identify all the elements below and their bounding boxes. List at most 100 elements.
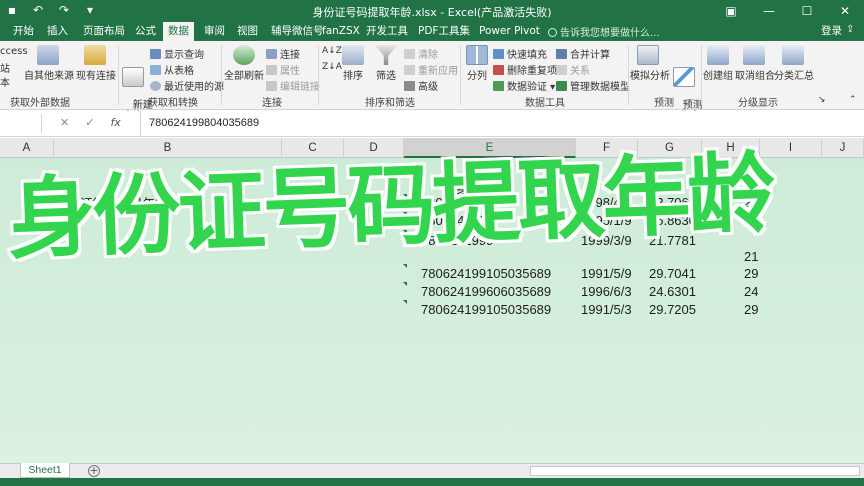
add-sheet-icon[interactable]: + [88, 465, 100, 477]
edit-links-button[interactable]: 编辑链接 [266, 78, 320, 93]
formula-bar: ✕ ✓ fx 780624199804035689 [0, 111, 864, 137]
tab-insert[interactable]: 插入 [42, 22, 73, 41]
consolidate-button[interactable]: 合并计算 [556, 46, 610, 61]
from-table-button[interactable]: 从表格 [150, 62, 194, 77]
text-to-columns-button[interactable]: 分列 [463, 45, 491, 82]
tab-review[interactable]: 审阅 [199, 22, 230, 41]
data-validation-button[interactable]: 数据验证 ▾ [493, 78, 555, 93]
reapply-button[interactable]: 重新应用 [404, 62, 458, 77]
lightbulb-icon [548, 28, 557, 37]
collapse-ribbon-icon[interactable]: ⌃ [849, 95, 857, 105]
tab-pdf-tools[interactable]: PDF工具集 [413, 22, 475, 41]
ungroup-button[interactable]: 取消组合 [735, 45, 775, 82]
horizontal-scrollbar[interactable] [530, 466, 860, 476]
tab-view[interactable]: 视图 [232, 22, 263, 41]
from-web-button[interactable]: 站 [0, 60, 10, 75]
connections-button[interactable]: 连接 [266, 46, 300, 61]
group-label-connections: 连接 [262, 98, 282, 109]
login-link[interactable]: 登录 [821, 22, 842, 41]
advanced-filter-label: 高级 [418, 82, 438, 93]
sheet-tab-bar: Sheet1 + [0, 463, 864, 478]
flash-fill-label: 快速填充 [507, 50, 547, 61]
connections-label: 连接 [280, 50, 300, 61]
filter-button[interactable]: 筛选 [372, 45, 400, 82]
error-indicator-icon [403, 264, 407, 268]
column-header-a[interactable]: A [0, 138, 54, 158]
tab-power-pivot[interactable]: Power Pivot [474, 22, 545, 41]
fx-icon[interactable]: fx [110, 116, 120, 129]
sort-label: 排序 [343, 71, 363, 82]
column-header-b[interactable]: B [54, 138, 282, 158]
restore-ribbon-icon[interactable]: ▣ [712, 0, 750, 22]
remove-duplicates-button[interactable]: 删除重复项 [493, 62, 557, 77]
ungroup-label: 取消组合 [735, 71, 775, 82]
cell-date[interactable]: 1991/5/3 [581, 302, 632, 317]
what-if-analysis-label: 模拟分析 [630, 71, 670, 82]
share-icon[interactable]: ⇪ [846, 24, 864, 39]
minimize-icon[interactable]: — [750, 0, 788, 22]
data-validation-label: 数据验证 [507, 82, 547, 93]
sheet-tab-sheet1[interactable]: Sheet1 [20, 463, 70, 478]
validation-icon [493, 81, 504, 91]
formula-input[interactable]: 780624199804035689 [140, 111, 864, 137]
cell-date[interactable]: 1991/5/9 [581, 266, 632, 281]
cell-age[interactable]: 21 [744, 249, 758, 264]
from-table-label: 从表格 [164, 66, 194, 77]
cell-id[interactable]: 780624199606035689 [421, 284, 551, 299]
sort-az-icon[interactable]: A↓Z [322, 46, 342, 56]
error-indicator-icon [403, 300, 407, 304]
recent-sources-button[interactable]: 最近使用的源 [150, 78, 224, 93]
group-button[interactable]: 创建组 [703, 45, 733, 82]
show-queries-button[interactable]: 显示查询 [150, 46, 204, 61]
what-if-analysis-button[interactable]: 模拟分析 [630, 45, 670, 82]
close-icon[interactable]: ✕ [826, 0, 864, 22]
advanced-filter-button[interactable]: 高级 [404, 78, 438, 93]
dialog-launcher-icon[interactable]: ↘ [818, 95, 826, 105]
tab-formulas[interactable]: 公式 [130, 22, 161, 41]
flash-fill-button[interactable]: 快速填充 [493, 46, 547, 61]
name-box[interactable] [0, 114, 42, 133]
clear-filter-label: 清除 [418, 50, 438, 61]
properties-icon [266, 65, 277, 75]
clear-filter-button[interactable]: 清除 [404, 46, 438, 61]
subtotal-icon [782, 45, 804, 65]
properties-button[interactable]: 属性 [266, 62, 300, 77]
cell-age-exact[interactable]: 24.6301 [649, 284, 696, 299]
cell-id[interactable]: 780624199105035689 [421, 302, 551, 317]
cell-id[interactable]: 780624199105035689 [421, 266, 551, 281]
tab-home[interactable]: 开始 [8, 22, 39, 41]
refresh-all-label: 全部刷新 [224, 71, 264, 82]
manage-data-model-button[interactable]: 管理数据模型 [556, 78, 630, 93]
tell-me-text: 告诉我您想要做什么... [560, 28, 660, 39]
subtotal-button[interactable]: 分类汇总 [774, 45, 814, 82]
maximize-icon[interactable]: ☐ [788, 0, 826, 22]
new-query-icon [122, 67, 144, 87]
cell-age-exact[interactable]: 29.7041 [649, 266, 696, 281]
group-label: 创建组 [703, 71, 733, 82]
group-label-forecast: 预测 [654, 98, 674, 109]
cell-age[interactable]: 29 [744, 302, 758, 317]
cell-age[interactable]: 24 [744, 284, 758, 299]
relationships-button[interactable]: 关系 [556, 62, 590, 77]
enter-icon[interactable]: ✓ [85, 116, 94, 129]
existing-connections-button[interactable]: 现有连接 [76, 45, 116, 82]
from-text-button[interactable]: 本 [0, 74, 10, 89]
group-label-sort-filter: 排序和筛选 [365, 98, 415, 109]
tab-developer[interactable]: 开发工具 [361, 22, 413, 41]
cell-age[interactable]: 29 [744, 266, 758, 281]
from-other-sources-button[interactable]: 自其他来源 [24, 45, 74, 82]
dropdown-arrow-icon[interactable]: ▾ [547, 82, 555, 93]
sort-button[interactable]: 排序 [340, 45, 366, 82]
sort-za-icon[interactable]: Z↓A [322, 62, 342, 72]
cancel-icon[interactable]: ✕ [60, 116, 69, 129]
tab-fanzsx[interactable]: fanZSX [317, 22, 365, 41]
tab-data[interactable]: 数据 [163, 22, 194, 41]
cell-age-exact[interactable]: 29.7205 [649, 302, 696, 317]
refresh-all-button[interactable]: 全部刷新 [224, 45, 264, 82]
tell-me-search[interactable]: 告诉我您想要做什么... [548, 24, 660, 39]
cell-date[interactable]: 1996/6/3 [581, 284, 632, 299]
ungroup-icon [743, 45, 765, 65]
column-header-j[interactable]: J [822, 138, 864, 158]
tab-page-layout[interactable]: 页面布局 [78, 22, 130, 41]
column-header-c[interactable]: C [282, 138, 344, 158]
